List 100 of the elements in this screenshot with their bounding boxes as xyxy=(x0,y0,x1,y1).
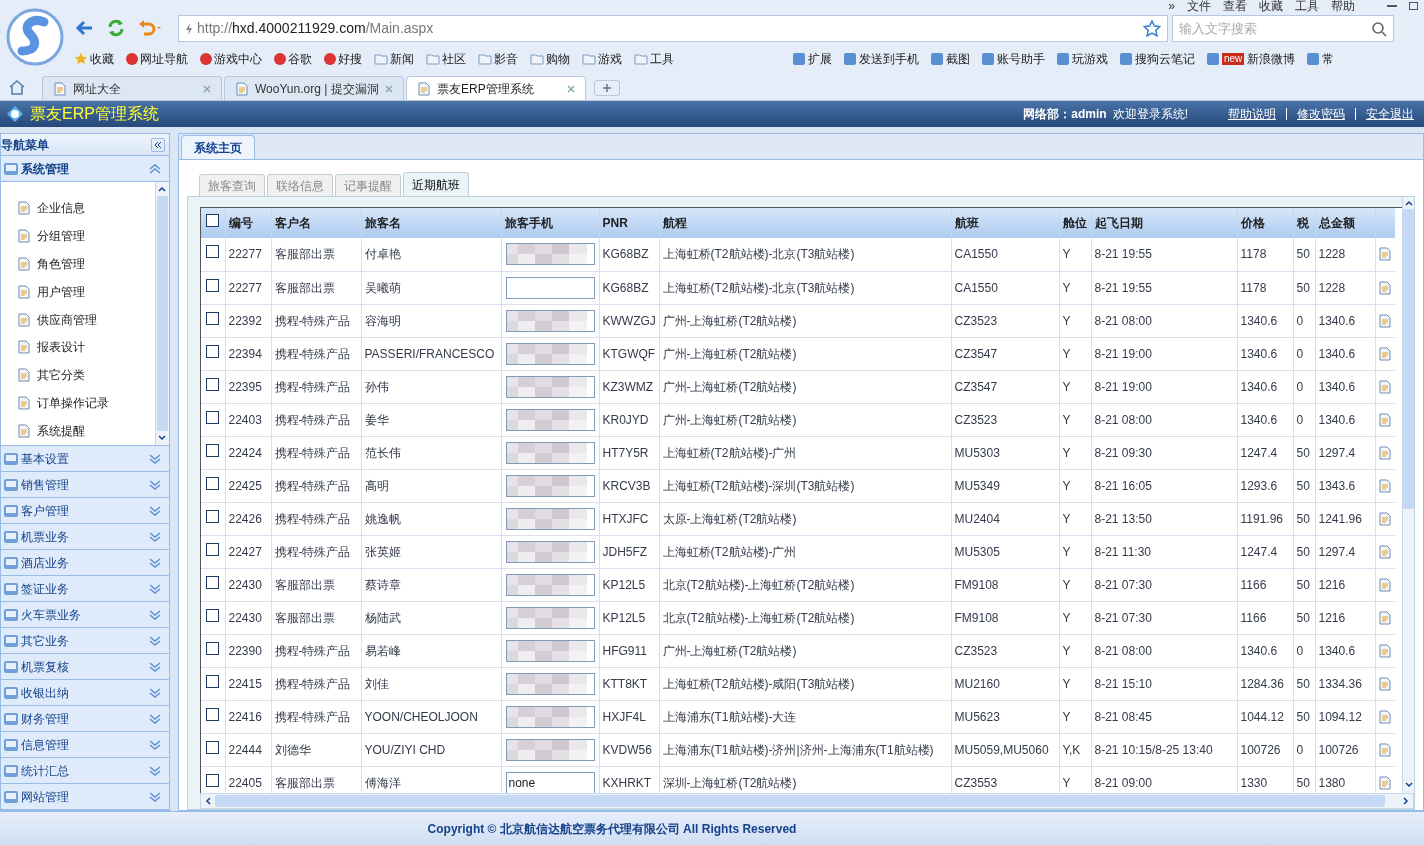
menu-item[interactable]: 工具 xyxy=(1295,0,1319,15)
checkbox[interactable] xyxy=(206,214,220,227)
bookmark-link[interactable]: 新闻 xyxy=(374,50,414,68)
menu-item[interactable]: 查看 xyxy=(1223,0,1247,15)
vertical-scrollbar[interactable] xyxy=(1402,197,1414,791)
checkbox[interactable] xyxy=(206,740,220,754)
chevron-down-icon[interactable] xyxy=(149,765,161,776)
menu-group-header[interactable]: 火车票业务 xyxy=(1,602,169,628)
chevron-down-icon[interactable] xyxy=(149,687,161,698)
chevron-down-icon[interactable] xyxy=(149,739,161,750)
toolbar-button[interactable]: 搜狗云笔记 xyxy=(1120,50,1195,68)
phone-field[interactable] xyxy=(505,408,595,431)
menu-item[interactable]: 供应商管理 xyxy=(17,305,155,334)
chevron-down-icon[interactable] xyxy=(149,557,161,568)
bookmark-link[interactable]: 购物 xyxy=(530,50,570,68)
menu-group-header[interactable]: 系统管理 xyxy=(1,156,169,182)
close-icon[interactable] xyxy=(203,84,211,93)
phone-field[interactable] xyxy=(505,540,595,563)
horizontal-scrollbar[interactable] xyxy=(200,793,1414,809)
chevron-down-icon[interactable] xyxy=(149,453,161,464)
back-icon[interactable] xyxy=(74,18,94,38)
bookmark-link[interactable]: 影音 xyxy=(478,50,518,68)
bookmark-link[interactable]: 收藏 xyxy=(74,50,114,68)
new-tab-button[interactable] xyxy=(594,80,620,96)
menu-item[interactable]: 报表设计 xyxy=(17,333,155,362)
bookmark-link[interactable]: 游戏 xyxy=(582,50,622,68)
browser-tab[interactable]: 票友ERP管理系统 xyxy=(406,76,586,100)
chevron-down-icon[interactable] xyxy=(149,791,161,802)
scrollbar[interactable] xyxy=(155,182,169,445)
address-bar[interactable]: http://hxd.4000211929.com/Main.aspx xyxy=(178,15,1168,42)
menu-item[interactable]: 分组管理 xyxy=(17,221,155,250)
menu-group-header[interactable]: 收银出纳 xyxy=(1,680,169,706)
restore-icon[interactable] xyxy=(1409,2,1418,10)
phone-field[interactable] xyxy=(505,738,595,761)
chevron-down-icon[interactable] xyxy=(149,479,161,490)
header-link[interactable]: 帮助说明 xyxy=(1228,105,1276,123)
menu-group-header[interactable]: 基本设置 xyxy=(1,446,169,472)
toolbar-button[interactable]: 扩展 xyxy=(793,50,832,68)
star-icon[interactable] xyxy=(1143,19,1161,38)
checkbox[interactable] xyxy=(206,608,220,622)
menu-group-header[interactable]: 客户管理 xyxy=(1,498,169,524)
checkbox[interactable] xyxy=(206,542,220,556)
menu-item[interactable]: 收藏 xyxy=(1259,0,1283,15)
toolbar-button[interactable]: 玩游戏 xyxy=(1057,50,1108,68)
phone-field[interactable] xyxy=(505,474,595,497)
phone-field[interactable] xyxy=(505,606,595,629)
bookmark-link[interactable]: 工具 xyxy=(634,50,674,68)
phone-field[interactable] xyxy=(505,573,595,596)
bookmark-link[interactable]: 社区 xyxy=(426,50,466,68)
menu-group-header[interactable]: 信息管理 xyxy=(1,732,169,758)
checkbox[interactable] xyxy=(206,641,220,655)
phone-field[interactable] xyxy=(505,375,595,398)
browser-tab[interactable]: 网址大全 xyxy=(42,76,222,100)
menu-group-header[interactable]: 销售管理 xyxy=(1,472,169,498)
checkbox[interactable] xyxy=(206,773,220,787)
search-icon[interactable] xyxy=(1371,20,1387,37)
toolbar-button[interactable]: 截图 xyxy=(931,50,970,68)
menu-item[interactable]: 角色管理 xyxy=(17,249,155,278)
checkbox[interactable] xyxy=(206,674,220,688)
menu-item[interactable]: 订单操作记录 xyxy=(17,389,155,418)
bookmark-link[interactable]: 网址导航 xyxy=(126,50,188,68)
menu-item[interactable]: 企业信息 xyxy=(17,194,155,222)
phone-field[interactable]: none xyxy=(505,771,595,793)
chevron-down-icon[interactable] xyxy=(149,661,161,672)
menu-item[interactable]: » xyxy=(1168,0,1175,15)
refresh-icon[interactable] xyxy=(106,18,126,38)
menu-item[interactable]: 其它分类 xyxy=(17,361,155,390)
phone-field[interactable] xyxy=(505,639,595,662)
toolbar-button[interactable]: 常 xyxy=(1307,50,1335,68)
chevron-down-icon[interactable] xyxy=(149,583,161,594)
bookmark-link[interactable]: 谷歌 xyxy=(274,50,312,68)
menu-group-header[interactable]: 签证业务 xyxy=(1,576,169,602)
chevron-up-icon[interactable] xyxy=(149,163,161,174)
chevron-down-icon[interactable] xyxy=(149,635,161,646)
menu-group-header[interactable]: 网站管理 xyxy=(1,784,169,810)
phone-field[interactable] xyxy=(505,705,595,728)
checkbox[interactable] xyxy=(206,410,220,424)
close-icon[interactable] xyxy=(567,84,575,93)
home-icon[interactable] xyxy=(8,78,26,96)
menu-item[interactable]: 用户管理 xyxy=(17,277,155,306)
phone-field[interactable] xyxy=(505,342,595,365)
phone-field[interactable] xyxy=(505,309,595,332)
checkbox[interactable] xyxy=(206,575,220,589)
browser-tab[interactable]: WooYun.org | 提交漏洞 xyxy=(224,76,404,100)
menu-item[interactable]: 文件 xyxy=(1187,0,1211,15)
close-icon[interactable] xyxy=(385,84,393,93)
menu-item[interactable]: 帮助 xyxy=(1331,0,1355,15)
menu-group-header[interactable]: 财务管理 xyxy=(1,706,169,732)
menu-item[interactable]: 系统提醒 xyxy=(17,417,155,445)
toolbar-button[interactable]: 发送到手机 xyxy=(844,50,919,68)
menu-group-header[interactable]: 其它业务 xyxy=(1,628,169,654)
checkbox[interactable] xyxy=(206,509,220,523)
checkbox[interactable] xyxy=(206,476,220,490)
menu-group-header[interactable]: 统计汇总 xyxy=(1,758,169,784)
checkbox[interactable] xyxy=(206,311,220,325)
chevron-down-icon[interactable] xyxy=(149,713,161,724)
menu-group-header[interactable]: 机票复核 xyxy=(1,654,169,680)
checkbox[interactable] xyxy=(206,443,220,457)
checkbox[interactable] xyxy=(206,707,220,721)
chevron-down-icon[interactable] xyxy=(149,505,161,516)
